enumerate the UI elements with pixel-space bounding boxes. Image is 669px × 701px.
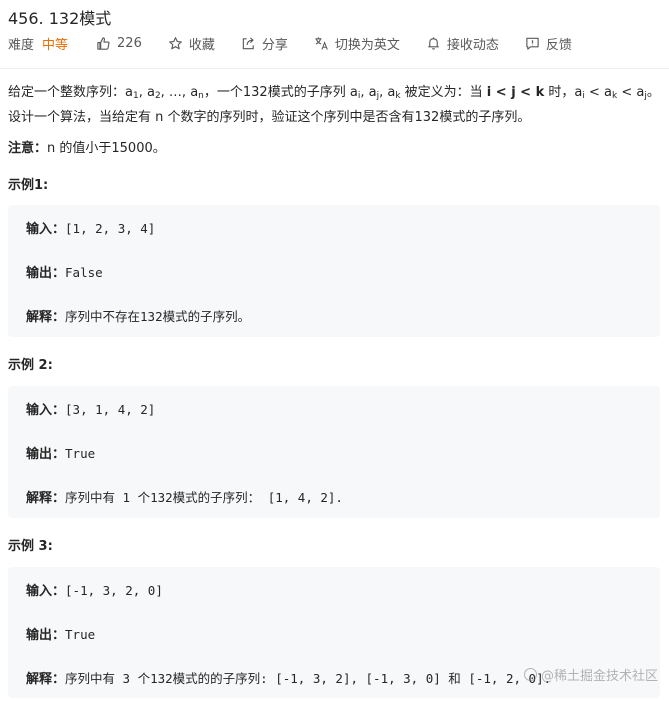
favorite-button[interactable]: 收藏 (168, 34, 215, 53)
subscribe-label: 接收动态 (446, 37, 499, 53)
example-1-title: 示例1: (8, 178, 49, 193)
thumbs-up-icon (97, 36, 110, 50)
example-2-block: 输入：[3, 1, 4, 2] 输出：True 解释：序列中有 1 个132模式… (8, 386, 660, 518)
header-divider (0, 68, 669, 69)
note-label: 注意： (8, 141, 48, 156)
example-3-title: 示例 3: (8, 539, 53, 554)
feedback-icon (526, 37, 539, 50)
example-2-explanation: 解释：序列中有 1 个132模式的子序列： [1, 4, 2]. (26, 490, 343, 506)
share-label: 分享 (261, 37, 288, 53)
watermark-icon (524, 668, 537, 681)
translate-label: 切换为英文 (334, 37, 400, 53)
constraint-note: 注意：n 的值小于15000。 (8, 137, 166, 156)
share-icon (242, 36, 254, 49)
watermark: @稀土掘金技术社区 (524, 665, 658, 684)
translate-icon (315, 36, 328, 50)
example-1-output: 输出：False (26, 265, 103, 281)
example-1-input: 输入：[1, 2, 3, 4] (26, 221, 156, 237)
feedback-button[interactable]: 反馈 (525, 34, 572, 53)
example-2-title: 示例 2: (8, 358, 53, 373)
favorite-label: 收藏 (188, 37, 215, 53)
like-count: 226 (117, 35, 142, 51)
note-text: n 的值小于15000。 (47, 141, 166, 156)
difficulty-badge: 中等 (42, 37, 69, 53)
feedback-label: 反馈 (545, 37, 572, 53)
problem-toolbar: 难度 中等 226 收藏 分享 切换为英文 接收动态 反馈 (8, 34, 572, 53)
subscribe-button[interactable]: 接收动态 (426, 34, 499, 53)
example-3-output: 输出：True (26, 627, 96, 643)
difficulty-label: 难度 (8, 37, 35, 53)
example-3-input: 输入：[-1, 3, 2, 0] (26, 583, 163, 599)
share-button[interactable]: 分享 (241, 34, 288, 53)
example-1-block: 输入：[1, 2, 3, 4] 输出：False 解释：序列中不存在132模式的… (8, 205, 660, 337)
like-button[interactable]: 226 (96, 36, 142, 51)
example-1-explanation: 解释：序列中不存在132模式的子序列。 (26, 309, 251, 325)
translate-button[interactable]: 切换为英文 (314, 34, 400, 53)
star-icon (168, 36, 182, 49)
problem-title: 456. 132模式 (8, 9, 112, 28)
example-3-explanation: 解释：序列中有 3 个132模式的的子序列: [-1, 3, 2], [-1, … (26, 671, 552, 687)
example-2-input: 输入：[3, 1, 4, 2] (26, 402, 156, 418)
problem-description: 给定一个整数序列：a1, a2, …, an，一个132模式的子序列 ai, a… (8, 85, 660, 125)
example-2-output: 输出：True (26, 446, 96, 462)
bell-icon (427, 36, 439, 50)
